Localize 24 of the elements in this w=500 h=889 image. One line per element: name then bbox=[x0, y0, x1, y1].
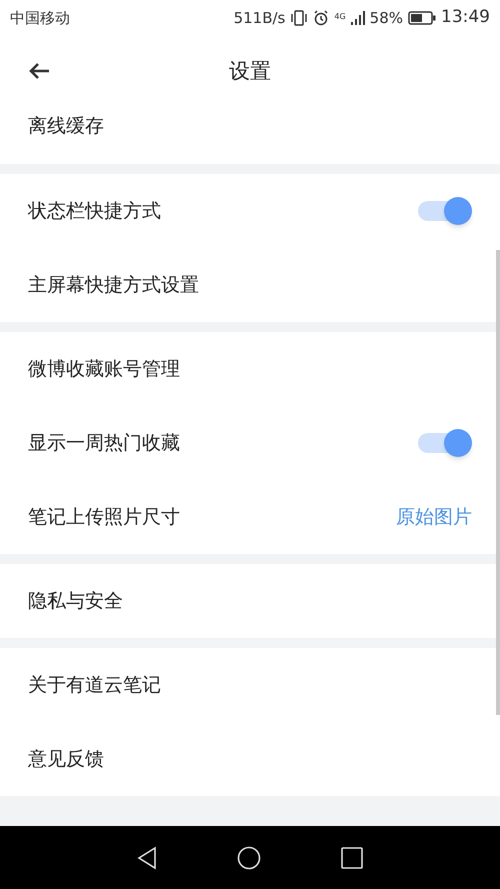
setting-label[interactable]: 状态栏快捷方式 bbox=[28, 196, 161, 226]
setting-label[interactable]: 隐私与安全 bbox=[28, 586, 123, 616]
network-speed: 511B/s bbox=[234, 8, 286, 29]
battery-icon bbox=[408, 11, 436, 25]
network-type: 4G bbox=[334, 13, 346, 22]
setting-label[interactable]: 笔记上传照片尺寸 bbox=[28, 502, 180, 532]
back-nav-icon[interactable] bbox=[137, 846, 157, 870]
carrier-name: 中国移动 bbox=[10, 8, 70, 29]
alarm-icon bbox=[313, 10, 330, 26]
vibrate-icon bbox=[290, 10, 308, 26]
signal-icon bbox=[350, 11, 365, 25]
setting-label[interactable]: 主屏幕快捷方式设置 bbox=[28, 270, 199, 300]
toggle-switch[interactable] bbox=[416, 428, 472, 458]
home-nav-icon[interactable] bbox=[237, 846, 261, 870]
clock-time: 13:49 bbox=[441, 6, 490, 30]
recents-nav-icon[interactable] bbox=[341, 846, 363, 868]
setting-label[interactable]: 微博收藏账号管理 bbox=[28, 354, 180, 384]
setting-label[interactable]: 关于有道云笔记 bbox=[28, 670, 161, 700]
setting-label[interactable]: 意见反馈 bbox=[28, 744, 104, 774]
setting-label[interactable]: 离线缓存 bbox=[28, 112, 104, 140]
toggle-switch[interactable] bbox=[416, 196, 472, 226]
battery-percent: 58% bbox=[370, 8, 403, 29]
page-title: 设置 bbox=[229, 58, 271, 86]
setting-label[interactable]: 显示一周热门收藏 bbox=[28, 428, 180, 458]
